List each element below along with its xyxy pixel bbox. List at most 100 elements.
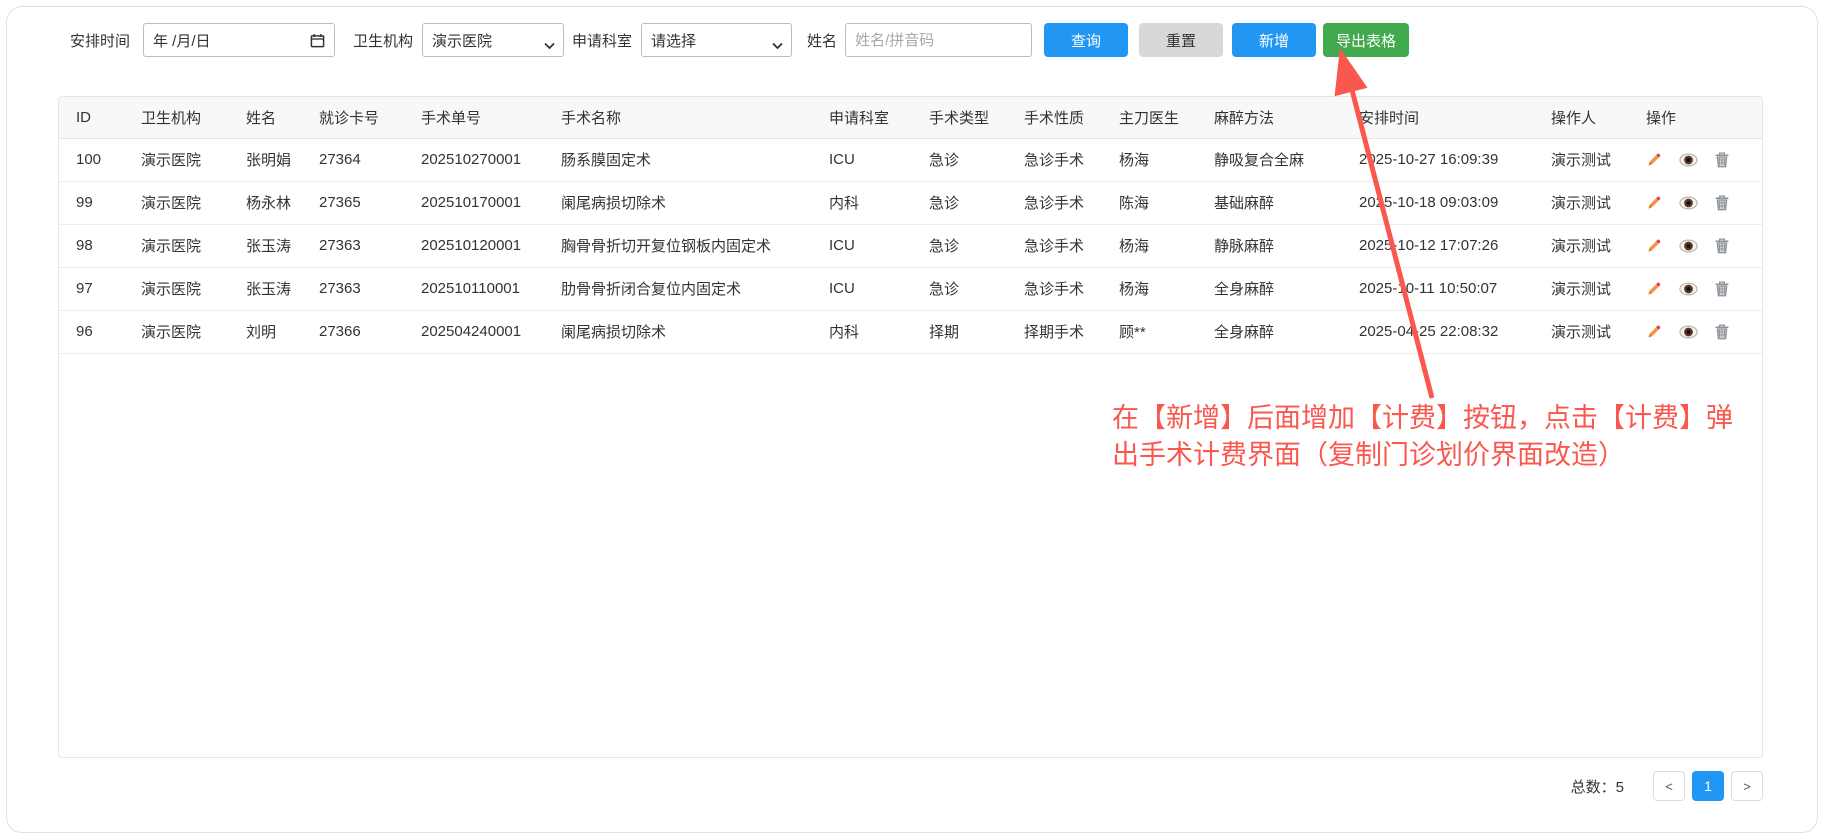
cell-actions [1646, 310, 1762, 353]
cell-dept: 内科 [829, 310, 929, 353]
pagination: 总数：5 < 1 > [1571, 770, 1763, 802]
pencil-icon[interactable] [1646, 194, 1663, 211]
next-page-button[interactable]: > [1731, 771, 1763, 801]
cell-nature: 急诊手术 [1024, 224, 1119, 267]
cell-operator: 演示测试 [1551, 224, 1646, 267]
org-label: 卫生机构 [353, 30, 413, 51]
total-label: 总数： [1571, 779, 1616, 796]
col-doctor: 主刀医生 [1119, 97, 1214, 138]
col-type: 手术类型 [929, 97, 1024, 138]
trash-icon[interactable] [1714, 194, 1730, 211]
trash-icon[interactable] [1714, 237, 1730, 254]
dept-select[interactable]: 请选择 [641, 23, 792, 57]
cell-dept: ICU [829, 267, 929, 310]
name-label: 姓名 [807, 30, 837, 51]
cell-org: 演示医院 [141, 138, 246, 181]
cell-doctor: 陈海 [1119, 181, 1214, 224]
cell-anesthesia: 全身麻醉 [1214, 267, 1359, 310]
export-button[interactable]: 导出表格 [1323, 23, 1409, 57]
reset-button[interactable]: 重置 [1139, 23, 1223, 57]
chevron-down-icon [544, 37, 555, 54]
cell-org: 演示医院 [141, 224, 246, 267]
calendar-icon[interactable] [310, 33, 325, 48]
eye-icon[interactable] [1679, 196, 1698, 210]
surgery-table: ID 卫生机构 姓名 就诊卡号 手术单号 手术名称 申请科室 手术类型 手术性质… [59, 97, 1762, 354]
schedule-date-input[interactable]: 年 /月/日 [143, 23, 335, 57]
cell-card: 27364 [319, 138, 421, 181]
cell-anesthesia: 静吸复合全麻 [1214, 138, 1359, 181]
cell-surgery: 胸骨骨折切开复位钢板内固定术 [561, 224, 829, 267]
trash-icon[interactable] [1714, 323, 1730, 340]
search-button[interactable]: 查询 [1044, 23, 1128, 57]
cell-operator: 演示测试 [1551, 181, 1646, 224]
cell-time: 2025-04-25 22:08:32 [1359, 310, 1551, 353]
cell-doctor: 杨海 [1119, 138, 1214, 181]
cell-actions [1646, 181, 1762, 224]
table-row: 96 演示医院 刘明 27366 202504240001 阑尾病损切除术 内科… [59, 310, 1762, 353]
col-time: 安排时间 [1359, 97, 1551, 138]
cell-dept: ICU [829, 138, 929, 181]
cell-actions [1646, 224, 1762, 267]
cell-dept: ICU [829, 224, 929, 267]
eye-icon[interactable] [1679, 325, 1698, 339]
cell-id: 97 [59, 267, 141, 310]
eye-icon[interactable] [1679, 239, 1698, 253]
cell-anesthesia: 基础麻醉 [1214, 181, 1359, 224]
filter-toolbar: 安排时间 年 /月/日 卫生机构 演示医院 申请科室 请选择 姓名 查询 重置 … [70, 22, 1409, 58]
cell-name: 杨永林 [246, 181, 319, 224]
cell-time: 2025-10-12 17:07:26 [1359, 224, 1551, 267]
cell-card: 27363 [319, 224, 421, 267]
org-select[interactable]: 演示医院 [422, 23, 564, 57]
col-dept: 申请科室 [829, 97, 929, 138]
table-row: 99 演示医院 杨永林 27365 202510170001 阑尾病损切除术 内… [59, 181, 1762, 224]
cell-order: 202510170001 [421, 181, 561, 224]
patient-name-input[interactable] [845, 23, 1032, 57]
cell-order: 202510120001 [421, 224, 561, 267]
dept-label: 申请科室 [572, 30, 632, 51]
col-org: 卫生机构 [141, 97, 246, 138]
col-name: 姓名 [246, 97, 319, 138]
col-operator: 操作人 [1551, 97, 1646, 138]
cell-org: 演示医院 [141, 267, 246, 310]
pencil-icon[interactable] [1646, 323, 1663, 340]
cell-operator: 演示测试 [1551, 310, 1646, 353]
pencil-icon[interactable] [1646, 151, 1663, 168]
page-1-button[interactable]: 1 [1692, 771, 1724, 801]
cell-surgery: 阑尾病损切除术 [561, 310, 829, 353]
col-anesthesia: 麻醉方法 [1214, 97, 1359, 138]
cell-actions [1646, 138, 1762, 181]
cell-order: 202510270001 [421, 138, 561, 181]
cell-org: 演示医院 [141, 310, 246, 353]
table-row: 97 演示医院 张玉涛 27363 202510110001 肋骨骨折闭合复位内… [59, 267, 1762, 310]
eye-icon[interactable] [1679, 282, 1698, 296]
cell-type: 急诊 [929, 267, 1024, 310]
eye-icon[interactable] [1679, 153, 1698, 167]
cell-operator: 演示测试 [1551, 267, 1646, 310]
cell-doctor: 杨海 [1119, 267, 1214, 310]
cell-card: 27365 [319, 181, 421, 224]
pencil-icon[interactable] [1646, 280, 1663, 297]
dept-select-value: 请选择 [651, 30, 696, 51]
cell-type: 择期 [929, 310, 1024, 353]
table-header-row: ID 卫生机构 姓名 就诊卡号 手术单号 手术名称 申请科室 手术类型 手术性质… [59, 97, 1762, 138]
annotation-line-1: 在【新增】后面增加【计费】按钮，点击【计费】弹 [1112, 400, 1817, 437]
cell-order: 202504240001 [421, 310, 561, 353]
cell-anesthesia: 静脉麻醉 [1214, 224, 1359, 267]
cell-card: 27363 [319, 267, 421, 310]
cell-order: 202510110001 [421, 267, 561, 310]
org-select-value: 演示医院 [432, 30, 492, 51]
prev-page-button[interactable]: < [1653, 771, 1685, 801]
cell-surgery: 肋骨骨折闭合复位内固定术 [561, 267, 829, 310]
pencil-icon[interactable] [1646, 237, 1663, 254]
trash-icon[interactable] [1714, 280, 1730, 297]
chevron-down-icon [772, 37, 783, 54]
cell-nature: 急诊手术 [1024, 138, 1119, 181]
date-placeholder-text: 年 /月/日 [153, 30, 211, 51]
cell-time: 2025-10-27 16:09:39 [1359, 138, 1551, 181]
col-nature: 手术性质 [1024, 97, 1119, 138]
total-value: 5 [1616, 779, 1624, 796]
cell-surgery: 阑尾病损切除术 [561, 181, 829, 224]
add-button[interactable]: 新增 [1232, 23, 1316, 57]
trash-icon[interactable] [1714, 151, 1730, 168]
annotation-line-2: 出手术计费界面（复制门诊划价界面改造） [1112, 437, 1817, 474]
